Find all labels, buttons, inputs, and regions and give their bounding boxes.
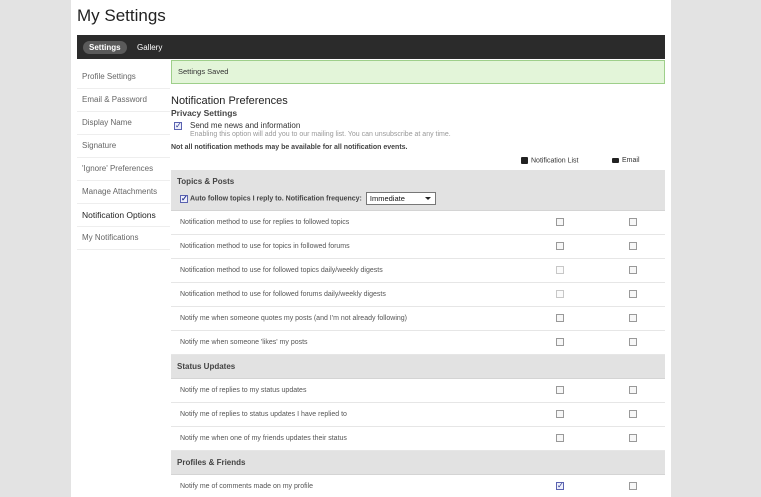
frequency-selected-value: Immediate xyxy=(369,194,405,203)
row-label: Notify me when someone 'likes' my posts xyxy=(180,339,308,346)
section-status-updates: Status Updates xyxy=(171,355,665,379)
table-row: Notification method to use for topics in… xyxy=(171,235,665,259)
sidebar-item-display-name[interactable]: Display Name xyxy=(77,112,170,135)
sidebar-item-email-password[interactable]: Email & Password xyxy=(77,89,170,112)
table-row: Notify me of comments made on my profile xyxy=(171,475,665,497)
notification-list-checkbox[interactable] xyxy=(556,218,564,226)
notification-list-column-header: Notification List xyxy=(521,157,578,164)
table-row: Notify me of replies to status updates I… xyxy=(171,403,665,427)
table-row: Notify me when someone quotes my posts (… xyxy=(171,307,665,331)
tab-gallery[interactable]: Gallery xyxy=(131,41,168,54)
row-label: Notification method to use for topics in… xyxy=(180,243,350,250)
row-label: Notification method to use for followed … xyxy=(180,267,383,274)
notification-list-checkbox[interactable] xyxy=(556,338,564,346)
section-profiles-friends: Profiles & Friends xyxy=(171,451,665,475)
sidebar-item-notification-options[interactable]: Notification Options xyxy=(77,204,170,227)
table-row: Notify me of replies to my status update… xyxy=(171,379,665,403)
email-checkbox[interactable] xyxy=(629,314,637,322)
notification-frequency-select[interactable]: Immediate xyxy=(365,192,436,205)
email-checkbox[interactable] xyxy=(629,338,637,346)
auto-follow-row: Auto follow topics I reply to. Notificat… xyxy=(180,192,436,205)
email-column-header: Email xyxy=(612,157,640,164)
send-news-checkbox[interactable] xyxy=(174,121,182,130)
email-checkbox[interactable] xyxy=(629,410,637,418)
sidebar-item-my-notifications[interactable]: My Notifications xyxy=(77,227,170,250)
email-checkbox[interactable] xyxy=(629,242,637,250)
top-nav-bar: Settings Gallery xyxy=(77,35,665,59)
notification-table: Topics & Posts Auto follow topics I repl… xyxy=(171,170,665,497)
email-checkbox[interactable] xyxy=(629,434,637,442)
notification-list-checkbox[interactable] xyxy=(556,410,564,418)
notification-list-checkbox[interactable] xyxy=(556,314,564,322)
notification-list-checkbox[interactable] xyxy=(556,434,564,442)
row-label: Notify me when someone quotes my posts (… xyxy=(180,315,408,322)
email-checkbox[interactable] xyxy=(629,218,637,226)
user-badge-icon xyxy=(521,157,528,164)
notification-list-checkbox[interactable] xyxy=(556,481,564,490)
table-row: Notify me when one of my friends updates… xyxy=(171,427,665,451)
section-title: Profiles & Friends xyxy=(177,458,246,467)
auto-follow-checkbox[interactable] xyxy=(180,194,188,203)
send-news-description: Enabling this option will add you to our… xyxy=(190,131,451,138)
section-title: Topics & Posts xyxy=(177,177,235,186)
row-label: Notify me of comments made on my profile xyxy=(180,483,314,490)
settings-page: My Settings Settings Gallery Profile Set… xyxy=(71,0,671,497)
privacy-option: Send me news and information Enabling th… xyxy=(171,120,665,140)
sidebar-item-profile-settings[interactable]: Profile Settings xyxy=(77,66,170,89)
page-title: My Settings xyxy=(77,6,166,25)
settings-saved-banner: Settings Saved xyxy=(171,60,665,84)
row-label: Notify me when one of my friends updates… xyxy=(180,435,347,442)
sidebar-item-ignore-preferences[interactable]: 'Ignore' Preferences xyxy=(77,158,170,181)
notification-list-checkbox[interactable] xyxy=(556,386,564,394)
notification-list-checkbox[interactable] xyxy=(556,266,564,274)
row-label: Notify me of replies to my status update… xyxy=(180,387,307,394)
row-label: Notify me of replies to status updates I… xyxy=(180,411,347,418)
email-checkbox[interactable] xyxy=(629,290,637,298)
email-checkbox[interactable] xyxy=(629,266,637,274)
chevron-down-icon xyxy=(424,197,431,200)
sidebar-item-manage-attachments[interactable]: Manage Attachments xyxy=(77,181,170,204)
sidebar: Profile Settings Email & Password Displa… xyxy=(77,66,170,250)
notification-list-checkbox[interactable] xyxy=(556,242,564,250)
table-row: Notify me when someone 'likes' my posts xyxy=(171,331,665,355)
section-topics-posts: Topics & Posts Auto follow topics I repl… xyxy=(171,170,665,211)
table-row: Notification method to use for followed … xyxy=(171,259,665,283)
main-content: Settings Saved Notification Preferences … xyxy=(171,60,665,497)
send-news-label: Send me news and information xyxy=(190,121,301,130)
notification-list-header-label: Notification List xyxy=(531,157,579,165)
table-row: Notification method to use for replies t… xyxy=(171,211,665,235)
notification-preferences-heading: Notification Preferences xyxy=(171,95,288,107)
section-title: Status Updates xyxy=(177,362,236,371)
notification-list-checkbox[interactable] xyxy=(556,290,564,298)
column-headers: Notification List Email xyxy=(171,156,665,170)
auto-follow-label: Auto follow topics I reply to. Notificat… xyxy=(190,195,362,203)
availability-note: Not all notification methods may be avai… xyxy=(171,144,408,151)
row-label: Notification method to use for followed … xyxy=(180,291,386,298)
email-header-label: Email xyxy=(622,157,640,164)
row-label: Notification method to use for replies t… xyxy=(180,219,350,226)
envelope-icon xyxy=(612,157,619,163)
email-checkbox[interactable] xyxy=(629,386,637,394)
privacy-settings-heading: Privacy Settings xyxy=(171,108,238,118)
tab-settings[interactable]: Settings xyxy=(83,41,127,54)
sidebar-item-signature[interactable]: Signature xyxy=(77,135,170,158)
email-checkbox[interactable] xyxy=(629,482,637,490)
table-row: Notification method to use for followed … xyxy=(171,283,665,307)
